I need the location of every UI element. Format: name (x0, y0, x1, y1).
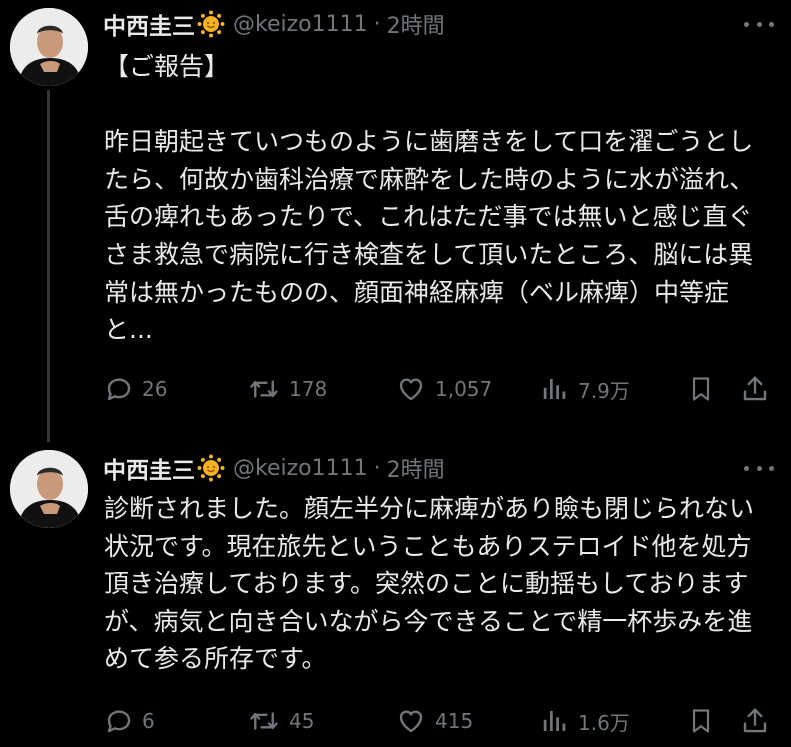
tweet-text: 診断されました。顔左半分に麻痺があり瞼も閉じられない状況です。現在旅先ということ… (104, 494, 755, 674)
bookmark-icon (692, 709, 710, 733)
bookmark-button[interactable] (687, 701, 723, 741)
separator-dot: · (373, 11, 381, 37)
timestamp[interactable]: 2時間 (387, 452, 445, 484)
tweet-text: 【ご報告】 昨日朝起きていつものように歯磨きをして口を濯ごうとしたら、何故か歯科… (104, 52, 755, 345)
like-button[interactable]: 1,057 (395, 369, 492, 409)
more-icon[interactable] (744, 458, 774, 478)
retweet-count: 45 (289, 709, 315, 733)
display-name[interactable]: 中西圭三 (103, 7, 195, 41)
more-icon[interactable] (744, 14, 774, 34)
bookmark-button[interactable] (687, 369, 723, 409)
views-icon (543, 379, 566, 399)
reply-count: 26 (142, 377, 168, 401)
reply-button[interactable]: 26 (104, 369, 167, 409)
avatar[interactable] (10, 8, 88, 86)
sun-emoji-icon (197, 10, 225, 38)
share-icon (743, 376, 767, 401)
retweet-button[interactable]: 45 (247, 701, 314, 741)
tweet-actions: 26 178 1,057 7.9万 (104, 369, 784, 409)
retweet-button[interactable]: 178 (247, 369, 327, 409)
reply-button[interactable]: 6 (104, 701, 155, 741)
tweet-1[interactable]: 中西圭三 @keizo1111 · 2時間 【ご報告】 昨日朝起きていつものよう… (0, 0, 791, 442)
handle[interactable]: @keizo1111 (233, 12, 368, 37)
reply-icon (107, 378, 131, 401)
tweet-actions: 6 45 415 1.6万 (104, 701, 784, 741)
sun-emoji-icon (197, 454, 225, 482)
share-button[interactable] (740, 369, 778, 409)
reply-count: 6 (142, 709, 155, 733)
display-name[interactable]: 中西圭三 (103, 451, 195, 485)
tweet-header: 中西圭三 @keizo1111 · 2時間 (103, 450, 445, 486)
views-count: 7.9万 (578, 378, 630, 403)
separator-dot: · (373, 455, 381, 481)
retweet-icon (250, 380, 278, 398)
views-button[interactable]: 1.6万 (540, 701, 630, 741)
thread-line (47, 90, 50, 442)
retweet-icon (250, 712, 278, 730)
views-icon (543, 711, 566, 731)
views-button[interactable]: 7.9万 (540, 369, 630, 409)
views-count: 1.6万 (578, 710, 630, 735)
avatar[interactable] (10, 450, 88, 528)
like-button[interactable]: 415 (395, 701, 473, 741)
like-icon (399, 378, 423, 401)
like-icon (399, 710, 423, 733)
share-button[interactable] (740, 701, 778, 741)
like-count: 1,057 (435, 377, 493, 401)
tweet-2[interactable]: 中西圭三 @keizo1111 · 2時間 診断されました。顔左半分に麻痺があり… (0, 442, 791, 747)
handle[interactable]: @keizo1111 (233, 456, 368, 481)
reply-icon (107, 710, 131, 733)
like-count: 415 (435, 709, 474, 733)
bookmark-icon (692, 377, 710, 401)
retweet-count: 178 (289, 377, 328, 401)
share-icon (743, 708, 767, 733)
timestamp[interactable]: 2時間 (387, 8, 445, 40)
tweet-header: 中西圭三 @keizo1111 · 2時間 (103, 6, 445, 42)
